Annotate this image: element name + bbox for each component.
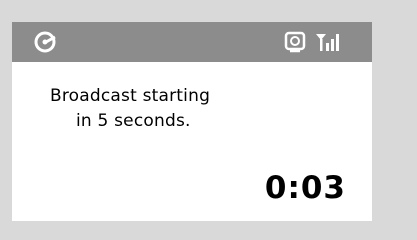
- status-bar: [12, 22, 372, 62]
- signal-strength-icon: [316, 34, 339, 51]
- message-line-2: in 5 seconds.: [76, 111, 191, 131]
- broadcast-message: Broadcast starting in 5 seconds.: [50, 84, 210, 134]
- radio-mode-icon: [34, 31, 56, 53]
- message-line-1: Broadcast starting: [50, 86, 211, 106]
- device-frame: Broadcast starting in 5 seconds. 0:03: [0, 0, 417, 240]
- broadcast-icon: [284, 31, 306, 53]
- countdown-timer: 0:03: [264, 170, 346, 206]
- display-screen: Broadcast starting in 5 seconds. 0:03: [12, 22, 372, 221]
